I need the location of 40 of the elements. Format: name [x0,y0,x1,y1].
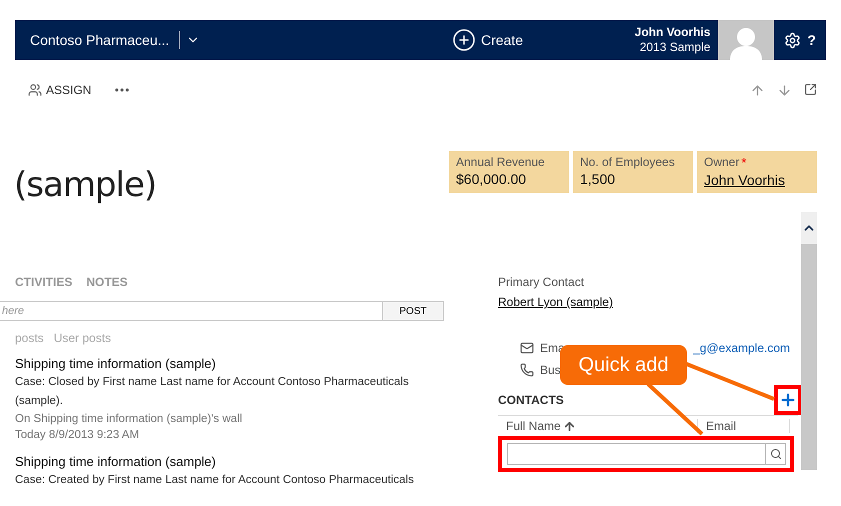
create-button[interactable]: Create [452,28,523,52]
record-title: (sample) [14,165,156,205]
phone-label: Bus [540,363,561,377]
assign-button[interactable]: ASSIGN [28,83,92,97]
field-label: Owner* [704,155,748,170]
post-time: Today 8/9/2013 9:23 AM [15,428,140,443]
search-field[interactable] [507,443,786,465]
column-header[interactable]: Email [698,419,790,433]
field-value: $60,000.00 [456,171,528,187]
mail-icon [520,341,534,355]
add-icon[interactable] [779,391,797,409]
settings-icon[interactable] [784,32,802,48]
post-body: Case: Created by First name Last name for Account Contoso Pharmaceuticals [15,473,415,488]
post-wall: On Shipping time information (sample)'s wall [15,412,244,427]
email-value[interactable]: _g@example.com [693,341,790,355]
help-button[interactable]: ? [801,32,826,48]
post-input-field[interactable]: here [0,301,382,321]
primary-contact-label: Primary Contact [498,275,586,289]
phone-icon [520,363,534,377]
field-value: 1,500 [580,171,616,187]
user-name: John Voorhis [634,25,710,40]
contacts-title: CONTACTS [498,393,564,407]
post-title: Shipping time information (sample) [15,454,217,469]
app-name[interactable]: Contoso Pharmaceu... [30,32,170,48]
scrollbar[interactable] [801,212,817,470]
search-icon [770,448,782,460]
popout-icon[interactable] [804,82,817,96]
column-header[interactable]: Full Name [498,419,698,433]
user-organization: 2013 Sample [640,40,710,55]
arrow-down-icon[interactable] [777,82,792,98]
circle-plus-icon [452,28,476,52]
post-title: Shipping time information (sample) [15,356,217,371]
people-icon [28,83,42,97]
post-body: Case: Closed by First name Last name for Account Contoso Pharmaceuticals (sample). [15,375,410,409]
field-label: No. of Employees [580,155,676,169]
primary-contact-link[interactable]: Robert Lyon (sample) [498,295,613,309]
required-mark: * [741,155,746,170]
field-label: Annual Revenue [456,155,546,169]
owner-link[interactable]: John Voorhis [704,172,810,188]
post-button[interactable]: POST [382,301,444,321]
